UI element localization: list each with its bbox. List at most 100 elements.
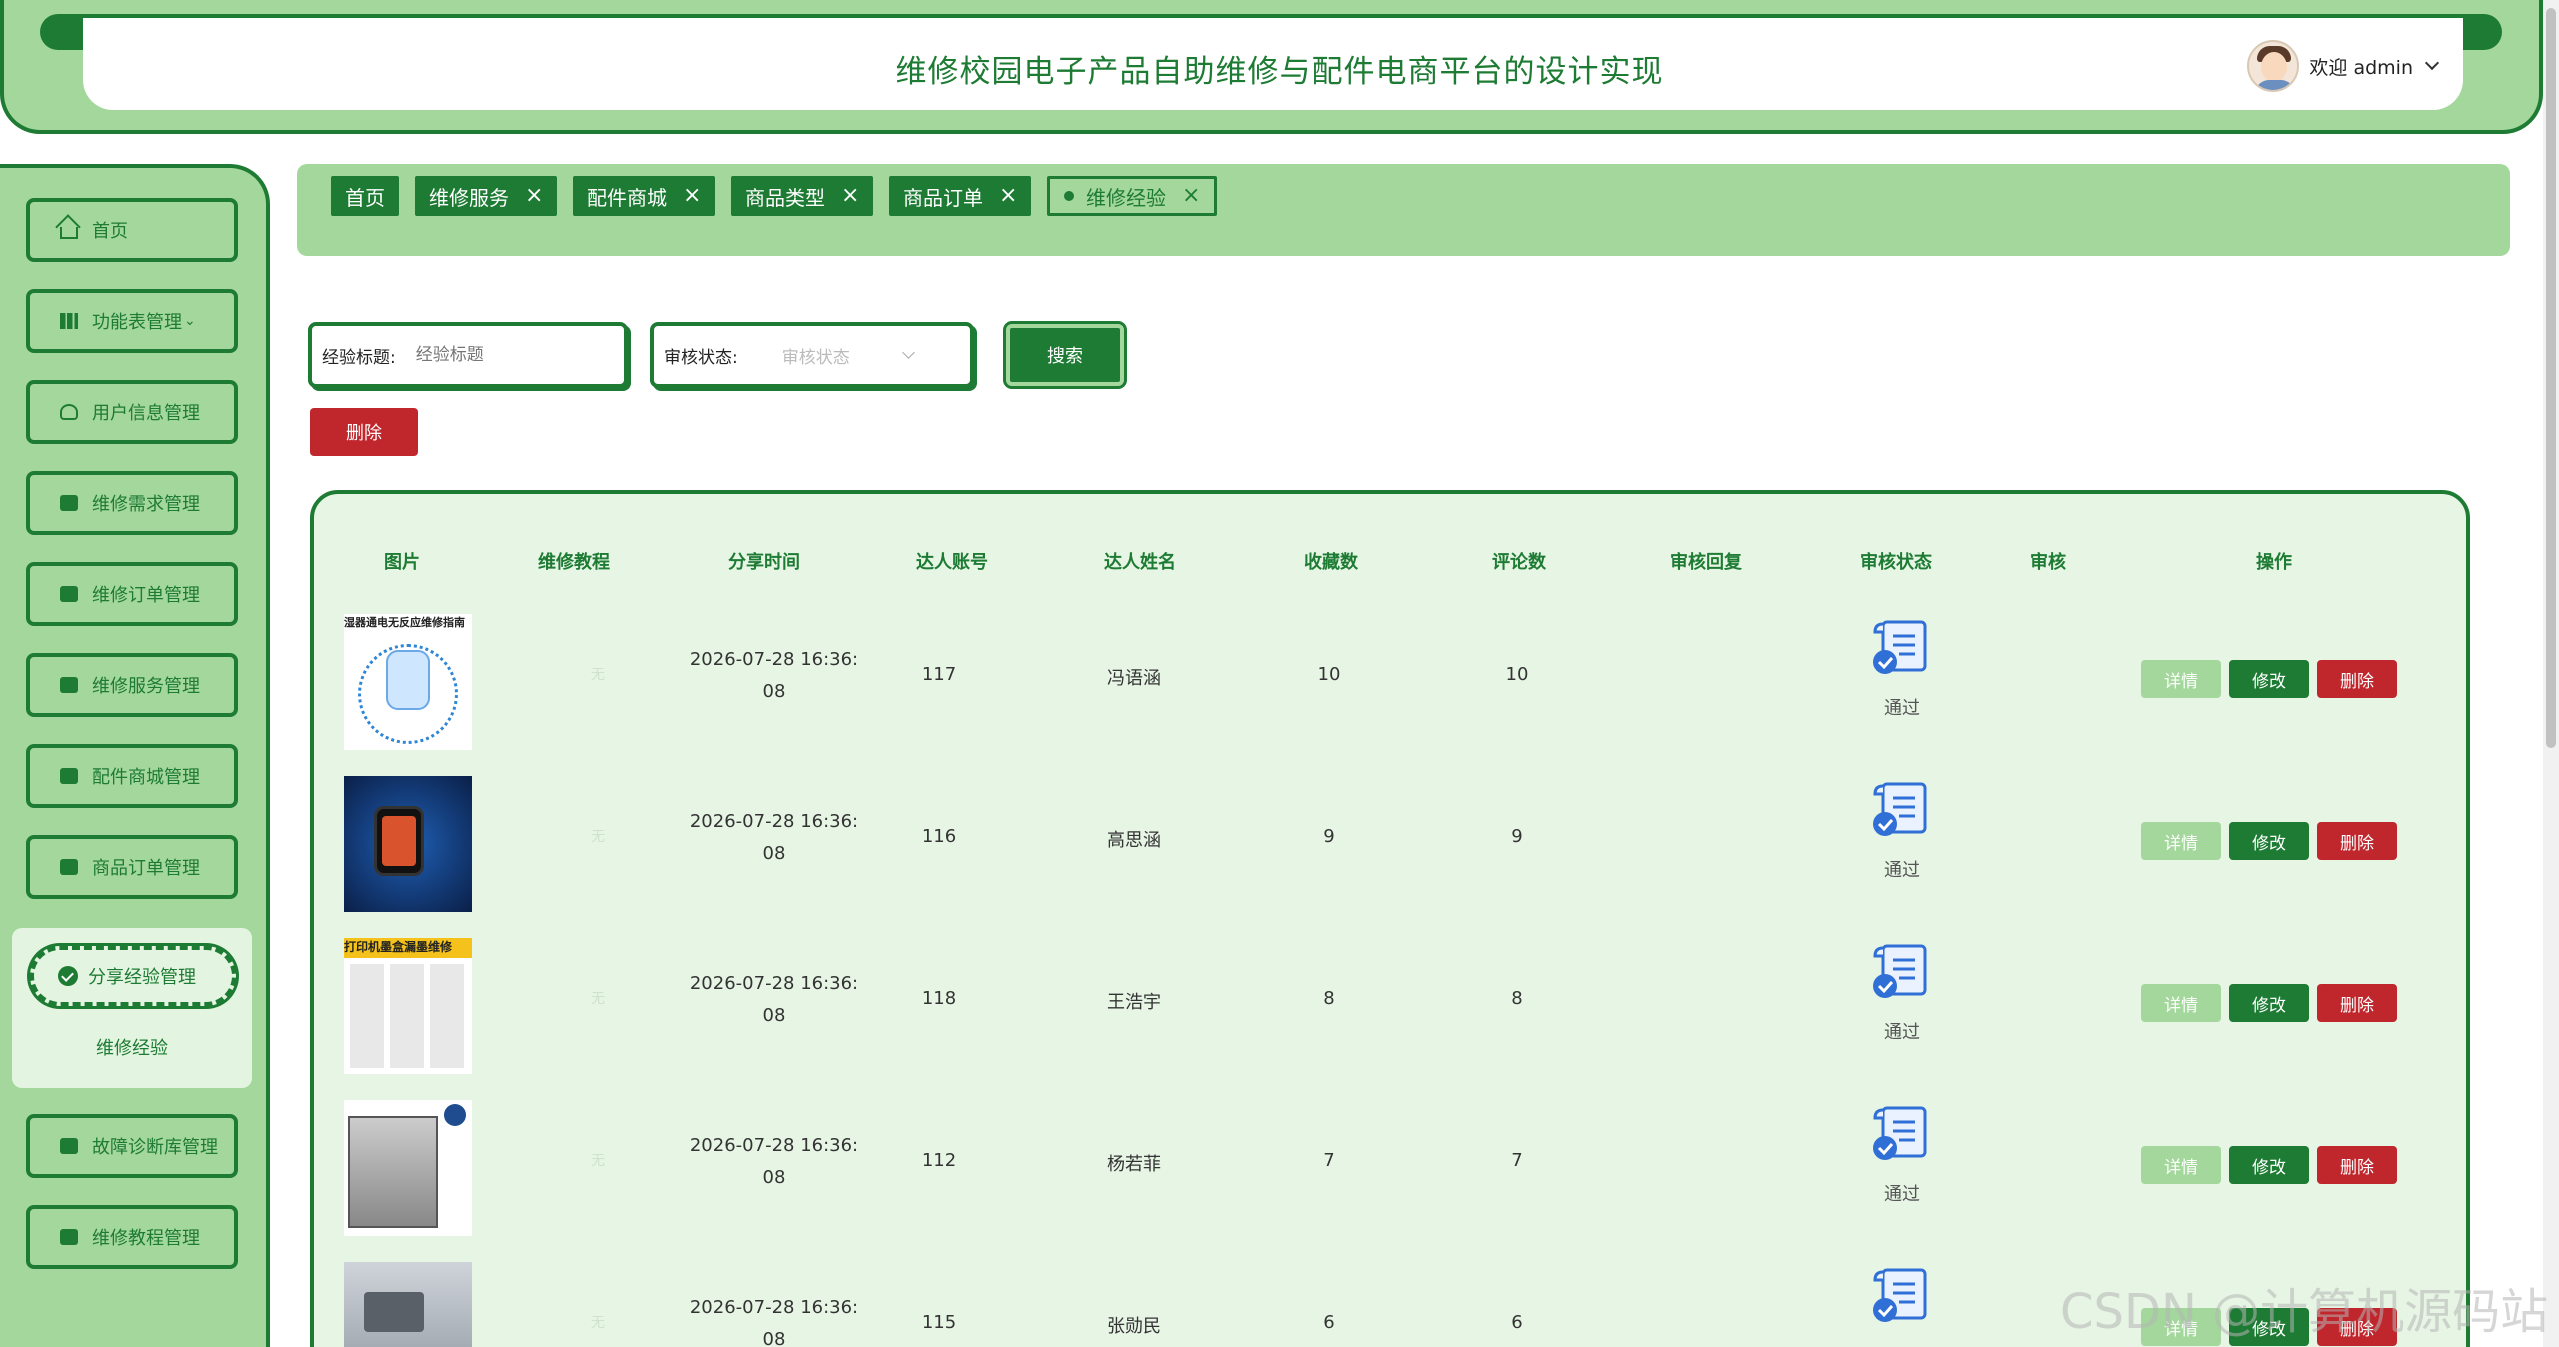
product-thumbnail[interactable] <box>344 776 472 912</box>
status-select[interactable]: 审核状态: 审核状态 <box>650 322 974 388</box>
sidebar-item-users[interactable]: 用户信息管理 <box>26 380 238 444</box>
title-search-input[interactable] <box>415 345 566 365</box>
sidebar-item-label: 故障诊断库管理 <box>92 1137 218 1158</box>
share-time-line2: 08 <box>762 1167 786 1188</box>
sidebar-item-label: 配件商城管理 <box>92 767 200 788</box>
delete-button[interactable]: 删除 <box>2317 822 2397 860</box>
approved-document-icon <box>1873 620 1927 674</box>
share-time-line1: 2026-07-28 16:36: <box>689 811 859 832</box>
search-button[interactable]: 搜索 <box>1003 321 1127 389</box>
column-header: 审核 <box>2030 552 2066 573</box>
close-icon[interactable]: × <box>683 185 701 207</box>
product-thumbnail[interactable] <box>344 1100 472 1236</box>
cart-icon <box>60 1138 78 1154</box>
product-thumbnail[interactable]: 湿器通电无反应维修指南 <box>344 614 472 750</box>
account-cell: 118 <box>921 988 957 1009</box>
batch-delete-button[interactable]: 删除 <box>310 408 418 456</box>
sidebar-item-repair-tutorials[interactable]: 维修教程管理 <box>26 1205 238 1269</box>
table-row: 打印机墨盒漏墨维修 无 2026-07-28 16:36: 08 118 王浩宇… <box>314 928 2466 1090</box>
sidebar-item-parts-mall[interactable]: 配件商城管理 <box>26 744 238 808</box>
page-title: 维修校园电子产品自助维修与配件电商平台的设计实现 <box>895 54 1664 90</box>
sidebar-item-function-table[interactable]: 功能表管理 ⌄ <box>26 289 238 353</box>
close-icon[interactable]: × <box>525 185 543 207</box>
share-time-line1: 2026-07-28 16:36: <box>689 973 859 994</box>
user-menu[interactable]: 欢迎 admin <box>2247 40 2440 92</box>
favorites-cell: 10 <box>1317 664 1341 685</box>
close-icon[interactable]: × <box>841 185 859 207</box>
share-time-cell: 2026-07-28 16:36: 08 <box>674 968 874 1032</box>
tutorial-cell: 无 <box>591 1153 605 1169</box>
tab-goods-order[interactable]: 商品订单 × <box>889 176 1032 216</box>
sidebar-subitem-repair-experience[interactable]: 维修经验 <box>12 1034 252 1060</box>
detail-button[interactable]: 详情 <box>2141 822 2221 860</box>
tutorial-cell: 无 <box>591 667 605 683</box>
close-icon[interactable]: × <box>1182 185 1200 207</box>
chevron-down-icon: ⌄ <box>184 313 196 329</box>
detail-button[interactable]: 详情 <box>2141 660 2221 698</box>
sidebar-item-goods-orders[interactable]: 商品订单管理 <box>26 835 238 899</box>
delete-button[interactable]: 删除 <box>2317 660 2397 698</box>
delete-button[interactable]: 删除 <box>2317 1146 2397 1184</box>
sidebar-item-repair-orders[interactable]: 维修订单管理 <box>26 562 238 626</box>
experience-table: 图片 维修教程 分享时间 达人账号 达人姓名 收藏数 评论数 审核回复 审核状态… <box>310 490 2470 1347</box>
share-time-line1: 2026-07-28 16:36: <box>689 1135 859 1156</box>
column-header: 审核回复 <box>1670 552 1742 573</box>
sidebar-item-home[interactable]: 首页 <box>26 198 238 262</box>
user-icon <box>60 404 78 420</box>
sidebar-item-label: 功能表管理 <box>92 312 182 333</box>
column-header: 审核状态 <box>1860 552 1932 573</box>
tab-parts-mall[interactable]: 配件商城 × <box>573 176 716 216</box>
comments-cell: 6 <box>1511 1312 1523 1333</box>
product-thumbnail[interactable] <box>344 1262 472 1347</box>
gear-icon <box>60 495 78 511</box>
delete-button[interactable]: 删除 <box>2317 984 2397 1022</box>
tab-home[interactable]: 首页 <box>331 176 399 216</box>
column-header: 维修教程 <box>538 552 610 573</box>
tab-label: 维修经验 <box>1086 185 1166 210</box>
sidebar-item-label: 用户信息管理 <box>92 403 200 424</box>
status-label: 审核状态: <box>664 347 738 368</box>
approved-document-icon <box>1873 944 1927 998</box>
tab-goods-type[interactable]: 商品类型 × <box>731 176 874 216</box>
name-cell: 杨若菲 <box>1107 1154 1161 1175</box>
detail-button[interactable]: 详情 <box>2141 1146 2221 1184</box>
edit-button[interactable]: 修改 <box>2229 660 2309 698</box>
share-time-line2: 08 <box>762 1329 786 1347</box>
active-dot-icon <box>1064 191 1074 201</box>
edit-button[interactable]: 修改 <box>2229 822 2309 860</box>
sidebar-item-fault-diagnosis[interactable]: 故障诊断库管理 <box>26 1114 238 1178</box>
scroll-thumb[interactable] <box>2546 8 2556 748</box>
account-cell: 112 <box>921 1150 957 1171</box>
cart-icon <box>60 586 78 602</box>
close-icon[interactable]: × <box>999 185 1017 207</box>
tab-repair-experience[interactable]: 维修经验 × <box>1047 176 1218 216</box>
page-scrollbar[interactable] <box>2543 0 2559 1347</box>
page: 维修校园电子产品自助维修与配件电商平台的设计实现 欢迎 admin 首页 功能表… <box>0 0 2559 1347</box>
tab-label: 配件商城 <box>587 185 667 210</box>
tutorial-cell: 无 <box>591 991 605 1007</box>
sidebar-item-repair-demand[interactable]: 维修需求管理 <box>26 471 238 535</box>
column-header: 评论数 <box>1492 552 1546 573</box>
tab-repair-service[interactable]: 维修服务 × <box>415 176 558 216</box>
sidebar-item-repair-services[interactable]: 维修服务管理 <box>26 653 238 717</box>
tab-label: 维修服务 <box>429 185 509 210</box>
tab-label: 商品类型 <box>745 185 825 210</box>
detail-button[interactable]: 详情 <box>2141 984 2221 1022</box>
table-row: 湿器通电无反应维修指南 无 2026-07-28 16:36: 08 117 冯… <box>314 604 2466 766</box>
table-row: 无 2026-07-28 16:36: 08 116 高思涵 9 9 通过 详情… <box>314 766 2466 928</box>
comments-cell: 10 <box>1505 664 1529 685</box>
sidebar-item-share-experience[interactable]: 分享经验管理 <box>30 946 236 1006</box>
edit-button[interactable]: 修改 <box>2229 984 2309 1022</box>
favorites-cell: 6 <box>1323 1312 1335 1333</box>
status-label: 通过 <box>1884 1184 1920 1205</box>
column-header: 分享时间 <box>728 552 800 573</box>
column-header: 达人账号 <box>916 552 988 573</box>
watermark: CSDN @计算机源码站 <box>2060 1284 2549 1340</box>
approved-document-icon <box>1873 782 1927 836</box>
sidebar-item-label: 首页 <box>92 221 128 242</box>
product-thumbnail[interactable]: 打印机墨盒漏墨维修 <box>344 938 472 1074</box>
name-cell: 张勋民 <box>1107 1316 1161 1337</box>
edit-button[interactable]: 修改 <box>2229 1146 2309 1184</box>
building-icon <box>60 313 78 329</box>
tabs-bar: 首页 维修服务 × 配件商城 × 商品类型 × 商品订单 × 维修经验 × <box>297 164 2510 256</box>
